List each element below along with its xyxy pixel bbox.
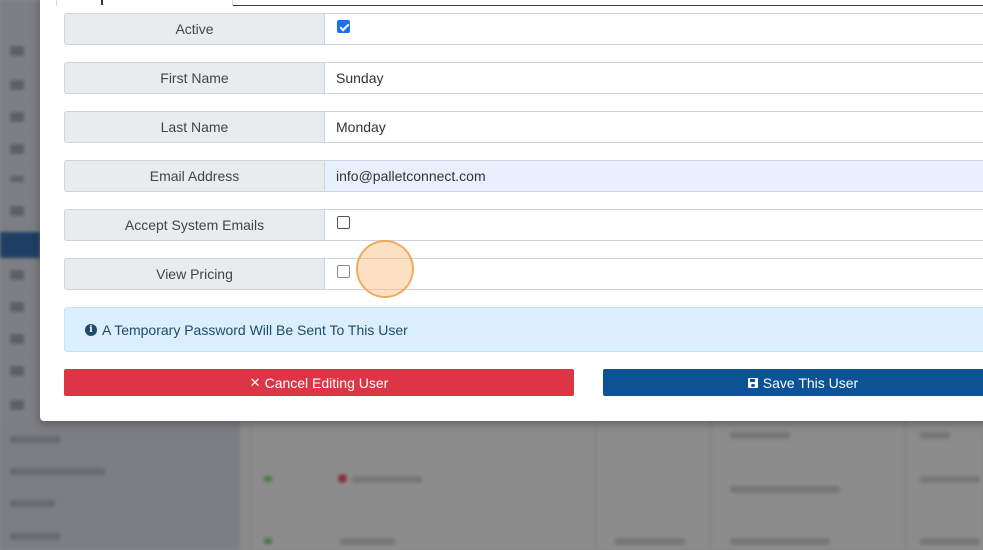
last-name-input[interactable]: Monday	[324, 111, 983, 143]
field-label-first-name: First Name	[64, 62, 324, 94]
notice-text: A Temporary Password Will Be Sent To Thi…	[102, 321, 408, 338]
floppy-disk-icon	[747, 377, 758, 388]
active-checkbox[interactable]	[337, 20, 350, 33]
field-row-last-name: Last Name Monday	[64, 111, 983, 143]
edit-user-modal: Active First Name Sunday Last Name Monda…	[40, 0, 983, 421]
field-row-email: Email Address info@palletconnect.com	[64, 160, 983, 192]
field-value-active	[324, 13, 983, 45]
field-label-accept-emails: Accept System Emails	[64, 209, 324, 241]
field-label-view-pricing: View Pricing	[64, 258, 324, 290]
accept-system-emails-checkbox[interactable]	[337, 216, 350, 229]
field-value-view-pricing	[324, 258, 983, 290]
field-value-accept-emails	[324, 209, 983, 241]
tab-user-details[interactable]	[56, 0, 233, 6]
field-label-email: Email Address	[64, 160, 324, 192]
times-icon: ✕	[249, 374, 261, 390]
background-sidebar-lower	[0, 420, 240, 550]
temporary-password-notice: i A Temporary Password Will Be Sent To T…	[64, 307, 983, 352]
field-row-first-name: First Name Sunday	[64, 62, 983, 94]
first-name-input[interactable]: Sunday	[324, 62, 983, 94]
email-input[interactable]: info@palletconnect.com	[324, 160, 983, 192]
view-pricing-checkbox[interactable]	[337, 265, 350, 278]
info-circle-icon: i	[85, 323, 97, 336]
save-this-user-button[interactable]: Save This User	[603, 369, 983, 396]
background-table	[240, 420, 983, 550]
field-label-last-name: Last Name	[64, 111, 324, 143]
field-label-active: Active	[64, 13, 324, 45]
field-row-active: Active	[64, 13, 983, 45]
field-row-view-pricing: View Pricing	[64, 258, 983, 290]
click-indicator	[356, 240, 414, 298]
save-button-label: Save This User	[762, 374, 859, 391]
cancel-editing-user-button[interactable]: ✕ Cancel Editing User	[64, 369, 574, 396]
field-row-accept-emails: Accept System Emails	[64, 209, 983, 241]
cancel-button-label: Cancel Editing User	[264, 374, 389, 391]
